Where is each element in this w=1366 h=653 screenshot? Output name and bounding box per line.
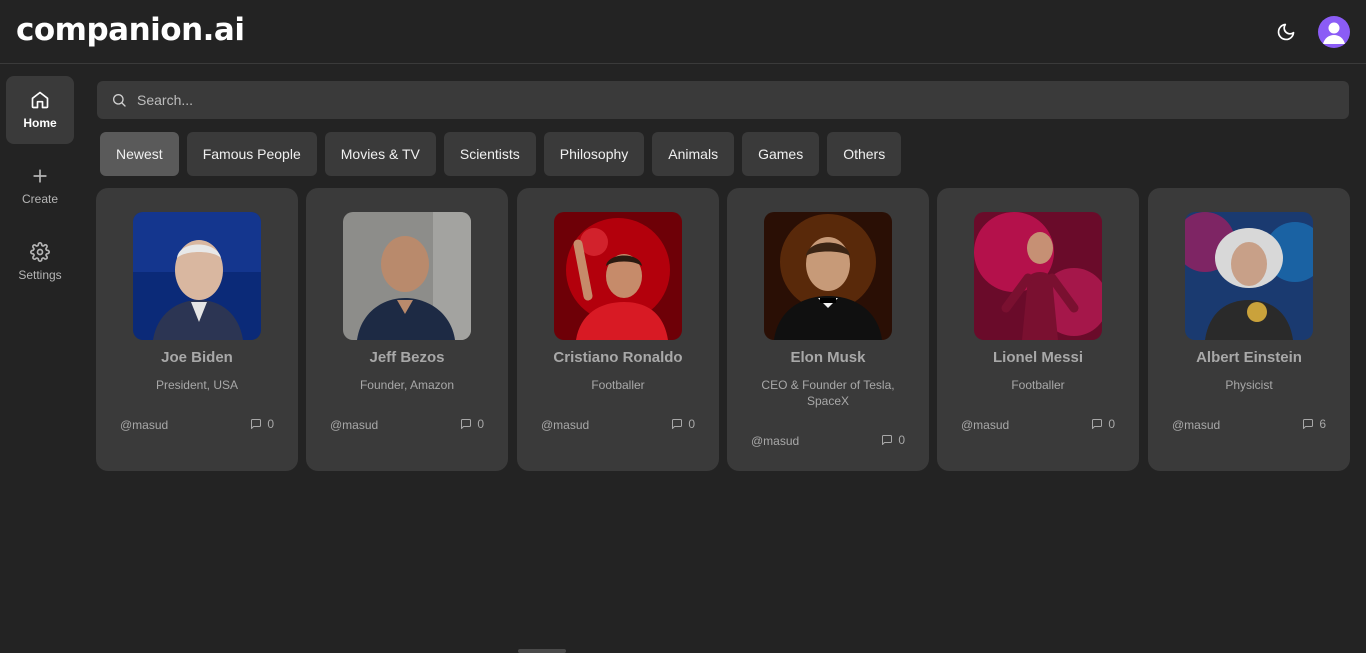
companion-photo [343,212,471,340]
message-icon [1303,419,1314,429]
theme-toggle-button[interactable] [1272,18,1300,46]
message-count-value: 0 [267,417,274,431]
message-count-value: 0 [1108,417,1115,431]
user-icon [1323,22,1345,44]
search-input[interactable] [137,81,1337,119]
message-count-value: 0 [477,417,484,431]
companion-name: Elon Musk [790,349,866,366]
message-count-value: 6 [1319,417,1326,431]
companion-card[interactable]: Cristiano Ronaldo Footballer @masud 0 [517,188,719,471]
category-games[interactable]: Games [742,132,820,176]
message-count: 0 [881,433,905,447]
companion-photo [1185,212,1313,340]
companion-photo [764,212,892,340]
companion-description: Footballer [591,378,645,392]
message-icon [461,419,472,429]
category-movies-tv[interactable]: Movies & TV [324,132,436,176]
companion-card[interactable]: Albert Einstein Physicist @masud 6 [1148,188,1350,471]
category-animals[interactable]: Animals [652,132,735,176]
message-icon [882,435,893,445]
sidebar: Home Create Settings [0,64,86,653]
message-count-value: 0 [688,417,695,431]
companion-card[interactable]: Jeff Bezos Founder, Amazon @masud 0 [306,188,508,471]
companion-name: Lionel Messi [992,349,1084,366]
sidebar-item-label: Settings [18,268,62,282]
message-count: 0 [460,417,484,431]
companion-handle: @masud [751,434,800,448]
top-bar: companion.ai [0,0,1366,64]
companion-name: Albert Einstein [1196,349,1302,366]
category-philosophy[interactable]: Philosophy [543,132,645,176]
companion-name: Cristiano Ronaldo [553,349,683,366]
companion-photo [974,212,1102,340]
companion-description: CEO & Founder of Tesla, SpaceX [761,378,895,408]
companion-card[interactable]: Lionel Messi Footballer @masud 0 [937,188,1139,471]
horizontal-scrollbar[interactable] [518,649,566,653]
message-count: 0 [250,417,274,431]
companion-handle: @masud [120,418,169,432]
sidebar-item-settings[interactable]: Settings [6,228,74,296]
sidebar-item-label: Create [21,192,59,206]
user-avatar[interactable] [1318,16,1350,48]
sidebar-item-create[interactable]: Create [6,152,74,220]
companion-card[interactable]: Joe Biden President, USA @masud 0 [96,188,298,471]
message-count: 0 [1091,417,1115,431]
gear-icon [30,242,50,262]
companion-card[interactable]: Elon Musk CEO & Founder of Tesla, SpaceX… [727,188,929,471]
companion-handle: @masud [1172,418,1221,432]
message-icon [672,419,683,429]
companion-name: Jeff Bezos [369,349,445,366]
plus-icon [33,169,47,183]
sidebar-item-home[interactable]: Home [6,76,74,144]
category-others[interactable]: Others [827,132,902,176]
companion-handle: @masud [961,418,1010,432]
category-filter: Newest Famous People Movies & TV Scienti… [100,132,902,176]
category-newest[interactable]: Newest [100,132,179,176]
companion-description: Founder, Amazon [359,378,455,392]
category-scientists[interactable]: Scientists [443,132,536,176]
search-bar [97,81,1349,119]
companion-description: President, USA [155,378,239,392]
message-icon [251,419,262,429]
message-count: 6 [1302,417,1326,431]
app-logo[interactable]: companion.ai [16,12,245,48]
sidebar-item-label: Home [23,116,57,130]
moon-icon [1277,23,1295,41]
companion-name: Joe Biden [161,349,233,366]
companion-description: Footballer [1011,378,1065,392]
message-count-value: 0 [898,433,905,447]
companion-description: Physicist [1225,378,1273,392]
message-icon [1092,419,1103,429]
home-icon [31,91,49,109]
message-count: 0 [671,417,695,431]
companion-photo [133,212,261,340]
category-famous-people[interactable]: Famous People [186,132,317,176]
companion-handle: @masud [330,418,379,432]
companion-photo [554,212,682,340]
companion-handle: @masud [541,418,590,432]
search-icon [113,94,126,107]
